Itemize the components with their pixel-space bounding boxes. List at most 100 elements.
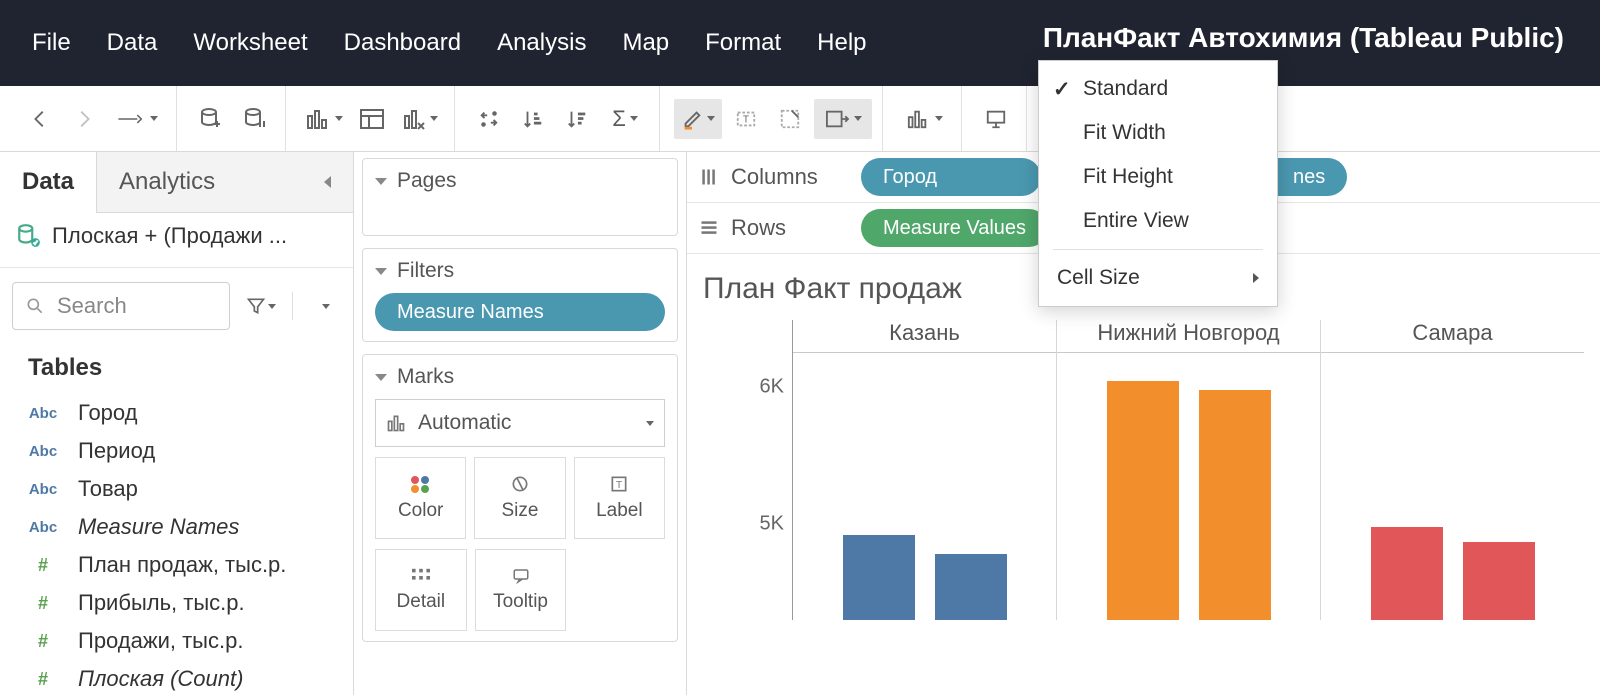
presentation-mode-button[interactable]: [976, 99, 1016, 139]
chevron-down-icon: [375, 268, 387, 275]
marks-label[interactable]: TLabel: [574, 457, 665, 539]
tab-analytics[interactable]: Analytics: [96, 152, 353, 213]
menu-worksheet[interactable]: Worksheet: [175, 29, 325, 57]
format-workbook-button[interactable]: [770, 99, 810, 139]
mark-type-select[interactable]: Automatic: [375, 399, 665, 447]
fit-menu: ✓Standard Fit Width Fit Height Entire Vi…: [1038, 60, 1278, 307]
field-measure-names[interactable]: AbcMeasure Names: [8, 508, 345, 546]
forward-button[interactable]: [64, 99, 104, 139]
svg-text:T: T: [743, 114, 749, 125]
city-body: [1057, 353, 1320, 620]
datasource-name: Плоская + (Продажи ...: [52, 223, 287, 249]
city-column: Самара: [1321, 320, 1584, 620]
show-me-button[interactable]: [897, 99, 951, 139]
undo-redo-button[interactable]: [108, 99, 166, 139]
hash-icon: #: [28, 669, 58, 690]
menu-data[interactable]: Data: [89, 29, 176, 57]
datasource-row[interactable]: Плоская + (Продажи ...: [0, 213, 353, 268]
pages-shelf[interactable]: Pages: [362, 158, 678, 236]
city-column: Нижний Новгород: [1057, 320, 1321, 620]
back-button[interactable]: [20, 99, 60, 139]
field-прибыль-тыс-р-[interactable]: #Прибыль, тыс.р.: [8, 584, 345, 622]
field-план-продаж-тыс-р-[interactable]: #План продаж, тыс.р.: [8, 546, 345, 584]
show-labels-button[interactable]: T: [726, 99, 766, 139]
svg-text:T: T: [616, 480, 622, 491]
search-input[interactable]: Search: [12, 282, 230, 330]
new-datasource-button[interactable]: [191, 99, 231, 139]
bar[interactable]: [843, 535, 915, 620]
field-товар[interactable]: AbcТовар: [8, 470, 345, 508]
swap-button[interactable]: [469, 99, 509, 139]
city-column: Казань: [793, 320, 1057, 620]
hash-icon: #: [28, 593, 58, 614]
city-header: Казань: [793, 320, 1056, 353]
marks-size[interactable]: Size: [474, 457, 565, 539]
sort-desc-button[interactable]: [557, 99, 597, 139]
pause-updates-button[interactable]: [235, 99, 275, 139]
bar[interactable]: [1371, 527, 1443, 620]
hash-icon: #: [28, 631, 58, 652]
menu-help[interactable]: Help: [799, 29, 884, 57]
field-продажи-тыс-р-[interactable]: #Продажи, тыс.р.: [8, 622, 345, 660]
sort-asc-button[interactable]: [513, 99, 553, 139]
tables-header: Tables: [0, 348, 353, 394]
filter-pill-measure-names[interactable]: Measure Names: [375, 293, 665, 331]
marks-detail[interactable]: Detail: [375, 549, 467, 631]
size-icon: [508, 474, 532, 494]
tab-data[interactable]: Data: [0, 152, 96, 213]
menu-format[interactable]: Format: [687, 29, 799, 57]
clear-sheet-button[interactable]: [396, 99, 444, 139]
chevron-down-icon: [375, 178, 387, 185]
menu-analysis[interactable]: Analysis: [479, 29, 604, 57]
city-body: [793, 353, 1056, 620]
window-title: ПланФакт Автохимия (Tableau Public): [1043, 22, 1564, 54]
bar[interactable]: [935, 554, 1007, 620]
field-период[interactable]: AbcПериод: [8, 432, 345, 470]
field-menu-button[interactable]: [307, 289, 341, 323]
fit-menu-fit-width[interactable]: Fit Width: [1039, 111, 1277, 155]
abc-icon: Abc: [28, 405, 58, 422]
bar[interactable]: [1199, 390, 1271, 620]
field-плоская-count-[interactable]: #Плоская (Count): [8, 660, 345, 695]
check-icon: ✓: [1053, 77, 1071, 102]
bar[interactable]: [1107, 381, 1179, 620]
highlight-button[interactable]: [674, 99, 722, 139]
menubar: File Data Worksheet Dashboard Analysis M…: [0, 0, 1600, 86]
separator: [1053, 249, 1263, 250]
marks-tooltip[interactable]: Tooltip: [475, 549, 567, 631]
chevron-left-icon: [324, 176, 331, 188]
columns-pill-city[interactable]: Город: [861, 158, 1041, 196]
fit-menu-fit-height[interactable]: Fit Height: [1039, 155, 1277, 199]
y-tick: 6K: [760, 376, 784, 399]
menu-dashboard[interactable]: Dashboard: [326, 29, 479, 57]
filters-shelf[interactable]: Filters Measure Names: [362, 248, 678, 342]
menu-file[interactable]: File: [14, 29, 89, 57]
filter-fields-button[interactable]: [244, 289, 278, 323]
field-город[interactable]: AbcГород: [8, 394, 345, 432]
city-header: Самара: [1321, 320, 1584, 353]
abc-icon: Abc: [28, 481, 58, 498]
y-axis: 6K 5K: [703, 320, 793, 620]
rows-pill-measure-values[interactable]: Measure Values: [861, 209, 1048, 247]
menu-map[interactable]: Map: [604, 29, 687, 57]
new-dashboard-button[interactable]: [352, 99, 392, 139]
bar[interactable]: [1463, 542, 1535, 620]
new-worksheet-button[interactable]: [300, 99, 348, 139]
hash-icon: #: [28, 555, 58, 576]
marks-shelf: Marks Automatic Color Size TLabel Detail…: [362, 354, 678, 642]
datasource-icon: [16, 223, 42, 249]
chevron-right-icon: [1253, 273, 1259, 283]
totals-button[interactable]: Σ: [601, 99, 649, 139]
fit-menu-cell-size[interactable]: Cell Size: [1039, 256, 1277, 300]
chevron-down-icon: [375, 374, 387, 381]
rows-icon: [699, 218, 719, 238]
chart[interactable]: 6K 5K КазаньНижний НовгородСамара: [703, 320, 1584, 620]
detail-icon: [410, 567, 432, 585]
fit-menu-standard[interactable]: ✓Standard: [1039, 67, 1277, 111]
city-body: [1321, 353, 1584, 620]
fit-dropdown-button[interactable]: [814, 99, 872, 139]
fit-menu-entire-view[interactable]: Entire View: [1039, 199, 1277, 243]
y-tick: 5K: [760, 513, 784, 536]
marks-color[interactable]: Color: [375, 457, 466, 539]
abc-icon: Abc: [28, 519, 58, 536]
